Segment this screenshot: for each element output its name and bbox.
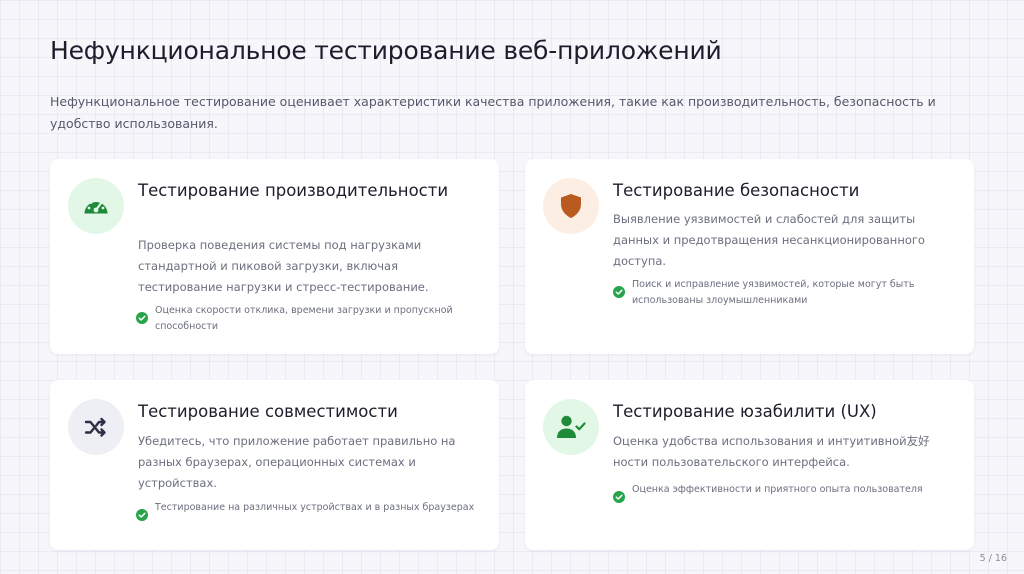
card-title: Тестирование производительности (138, 181, 449, 200)
card-title: Тестирование совместимости (138, 402, 398, 421)
bullet-text: Тестирование на различных устройствах и … (155, 502, 475, 513)
slide-title: Нефункциональное тестирование веб-прилож… (50, 36, 722, 65)
card-title: Тестирование безопасности (613, 181, 860, 200)
check-circle-icon (136, 509, 148, 521)
shuffle-icon (68, 399, 124, 455)
card-description: Выявление уязвимостей и слабостей для за… (613, 212, 925, 268)
card-security-testing: Тестирование безопасности Выявление уязв… (525, 159, 974, 354)
card-usability-testing: Тестирование юзабилити (UX) Оценка удобс… (525, 380, 974, 550)
page-number: 5 / 16 (979, 553, 1007, 564)
card-bullet: Оценка эффективности и приятного опыта п… (613, 481, 953, 503)
card-bullet: Тестирование на различных устройствах и … (136, 499, 476, 521)
bullet-text: Оценка эффективности и приятного опыта п… (632, 484, 923, 495)
bullet-text: Поиск и исправление уязвимостей, которые… (632, 279, 915, 306)
card-title: Тестирование юзабилити (UX) (613, 402, 877, 421)
shield-icon (543, 178, 599, 234)
bullet-text: Оценка скорости отклика, времени загрузк… (155, 305, 453, 332)
card-description: Оценка удобства использования и интуитив… (613, 434, 930, 469)
card-compatibility-testing: Тестирование совместимости Убедитесь, чт… (50, 380, 499, 550)
slide: Нефункциональное тестирование веб-прилож… (0, 0, 1024, 574)
user-check-icon (543, 399, 599, 455)
card-bullet: Оценка скорости отклика, времени загрузк… (136, 302, 476, 335)
slide-subtitle: Нефункциональное тестирование оценивает … (50, 94, 936, 131)
speedometer-icon (68, 178, 124, 234)
check-circle-icon (613, 491, 625, 503)
card-description: Проверка поведения системы под нагрузкам… (138, 238, 429, 294)
card-bullet: Поиск и исправление уязвимостей, которые… (613, 276, 953, 309)
card-description: Убедитесь, что приложение работает прави… (138, 434, 456, 490)
check-circle-icon (613, 286, 625, 298)
card-performance-testing: Тестирование производительности Проверка… (50, 159, 499, 354)
check-circle-icon (136, 312, 148, 324)
